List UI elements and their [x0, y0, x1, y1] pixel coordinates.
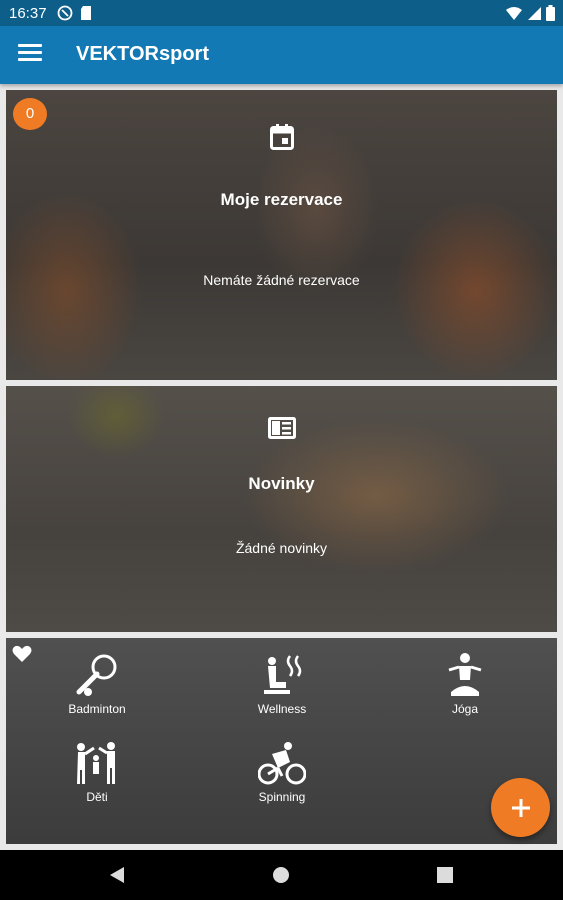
sport-wellness[interactable]: Wellness	[212, 650, 352, 716]
recents-icon[interactable]	[437, 867, 453, 888]
sport-label: Badminton	[68, 702, 126, 716]
sport-label: Wellness	[257, 702, 307, 716]
app-bar: VEKTORsport	[0, 26, 563, 84]
app-title: VEKTORsport	[76, 43, 209, 65]
sport-badminton[interactable]: Badminton	[27, 650, 167, 716]
back-icon[interactable]	[108, 865, 126, 890]
reservations-title: Moje rezervace	[220, 190, 343, 209]
sport-children[interactable]: Děti	[27, 738, 167, 804]
news-card[interactable]: Novinky Žádné novinky	[6, 386, 557, 632]
news-title: Novinky	[248, 474, 315, 493]
yoga-icon	[395, 650, 535, 698]
sport-yoga[interactable]: Jóga	[395, 650, 535, 716]
children-icon	[27, 738, 167, 786]
wellness-icon	[212, 650, 352, 698]
cycling-icon	[212, 738, 352, 786]
signal-icon	[528, 6, 541, 20]
badminton-icon	[27, 650, 167, 698]
plus-icon	[511, 798, 530, 817]
newspaper-icon	[6, 417, 557, 439]
status-time: 16:37	[9, 5, 47, 22]
menu-icon[interactable]	[18, 44, 42, 66]
sport-label: Spinning	[258, 790, 306, 804]
sport-label: Jóga	[451, 702, 479, 716]
calendar-icon	[6, 124, 557, 150]
sport-label: Děti	[86, 790, 108, 804]
system-nav-bar	[0, 850, 563, 900]
reservation-count-badge: 0	[13, 98, 47, 130]
vpn-icon	[57, 5, 73, 21]
news-subtitle: Žádné novinky	[235, 540, 328, 556]
add-button[interactable]	[491, 778, 550, 837]
wifi-icon	[506, 6, 522, 20]
sd-card-icon	[81, 6, 91, 20]
status-bar: 16:37	[0, 0, 563, 26]
sport-spinning[interactable]: Spinning	[212, 738, 352, 804]
home-icon[interactable]	[272, 866, 290, 889]
reservations-subtitle: Nemáte žádné rezervace	[203, 272, 360, 288]
reservations-card[interactable]: Moje rezervace Nemáte žádné rezervace	[6, 90, 557, 380]
battery-icon	[546, 5, 555, 21]
